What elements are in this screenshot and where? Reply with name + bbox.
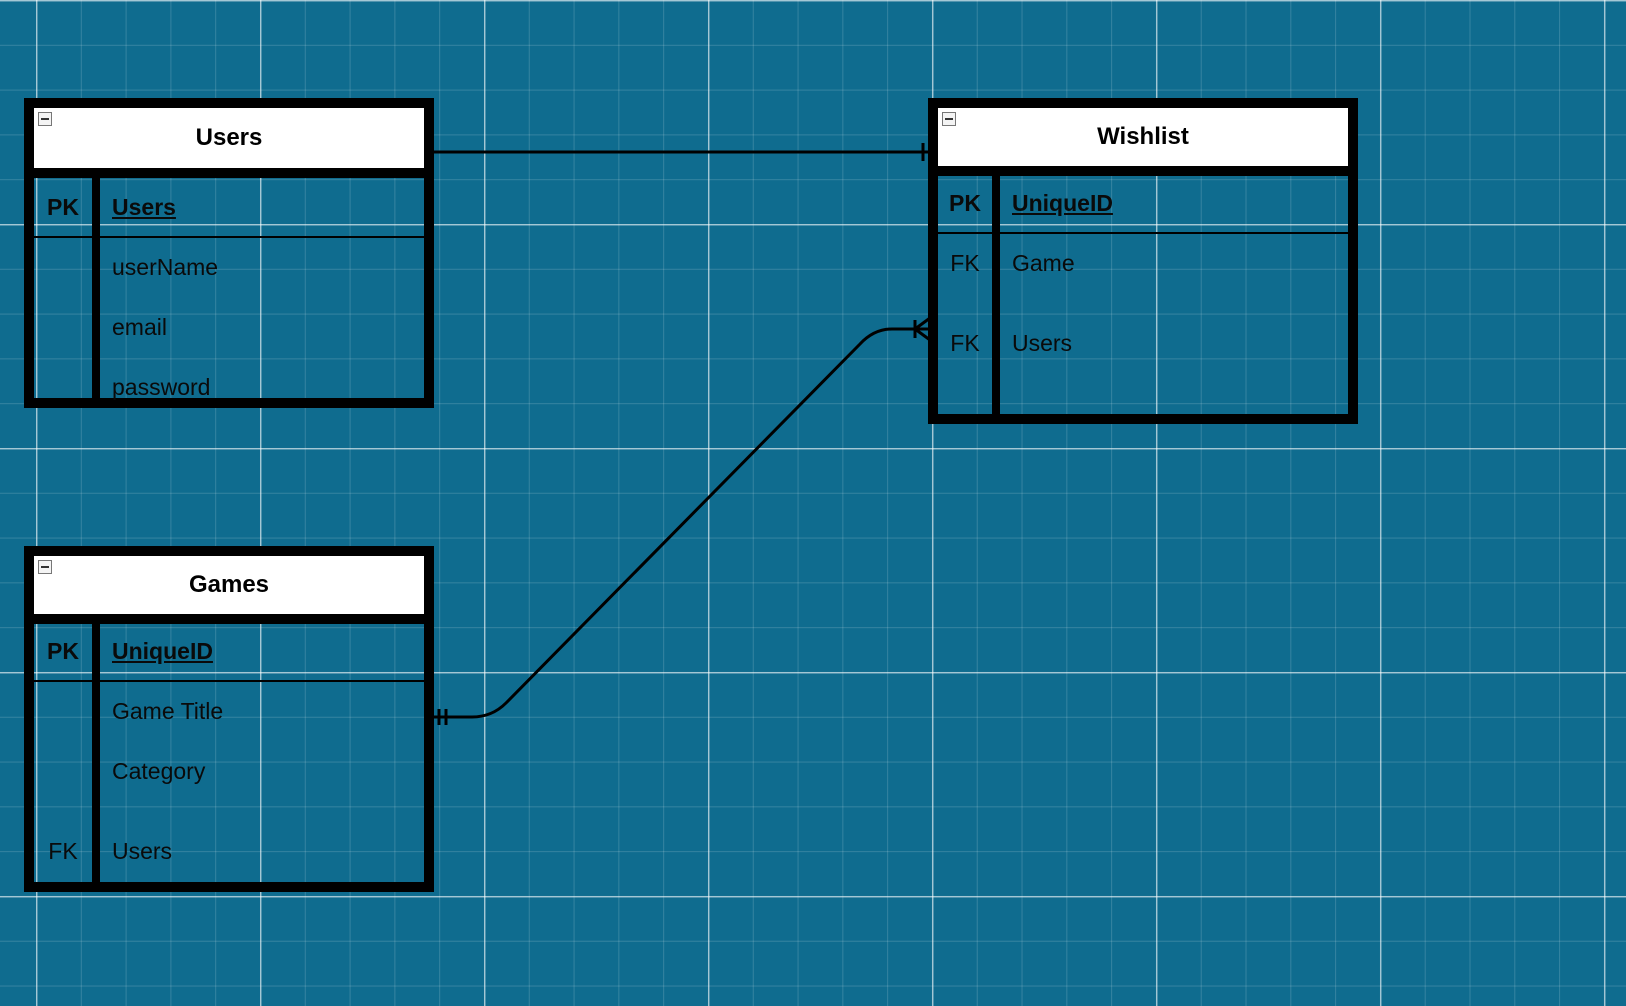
wishlist-table-body: PK UniqueID FK Game FK Users: [938, 176, 1348, 424]
column-divider: [92, 178, 100, 408]
games-table-header[interactable]: Games: [34, 556, 424, 624]
key-label: FK: [48, 838, 78, 864]
users-table-title: Users: [195, 124, 263, 151]
users-table-body: PK Users userName email password: [34, 178, 424, 408]
field-name: Game: [1012, 250, 1075, 276]
pk-separator: [938, 232, 1348, 234]
wishlist-table[interactable]: Wishlist PK UniqueID FK Game FK Users: [928, 98, 1358, 424]
collapse-icon[interactable]: [38, 560, 52, 574]
key-label: PK: [47, 194, 79, 220]
games-table[interactable]: Games PK UniqueID Game Title Category FK…: [24, 546, 434, 892]
users-table[interactable]: Users PK Users userName email password: [24, 98, 434, 408]
column-divider: [92, 624, 100, 892]
key-label: FK: [950, 330, 980, 356]
users-table-header[interactable]: Users: [34, 108, 424, 178]
games-table-body: PK UniqueID Game Title Category FK Users: [34, 624, 424, 892]
field-name: UniqueID: [112, 638, 213, 664]
field-name: Users: [1012, 330, 1073, 356]
field-name: Users: [112, 194, 176, 220]
key-label: PK: [47, 638, 79, 664]
collapse-icon[interactable]: [942, 112, 956, 126]
field-name: Users: [112, 838, 173, 864]
field-name: password: [112, 374, 211, 400]
games-table-title: Games: [188, 571, 270, 598]
key-label: PK: [949, 190, 981, 216]
field-name: Game Title: [112, 698, 224, 724]
field-name: UniqueID: [1012, 190, 1113, 216]
pk-separator: [34, 236, 424, 238]
field-name: email: [112, 314, 167, 340]
field-name: Category: [112, 758, 206, 784]
key-label: FK: [950, 250, 980, 276]
pk-separator: [34, 680, 424, 682]
field-name: userName: [112, 254, 219, 280]
wishlist-table-title: Wishlist: [1097, 123, 1189, 150]
wishlist-table-header[interactable]: Wishlist: [938, 108, 1348, 176]
collapse-icon[interactable]: [38, 112, 52, 126]
games-wishlist-connector[interactable]: [432, 327, 930, 719]
column-divider: [992, 176, 1000, 424]
